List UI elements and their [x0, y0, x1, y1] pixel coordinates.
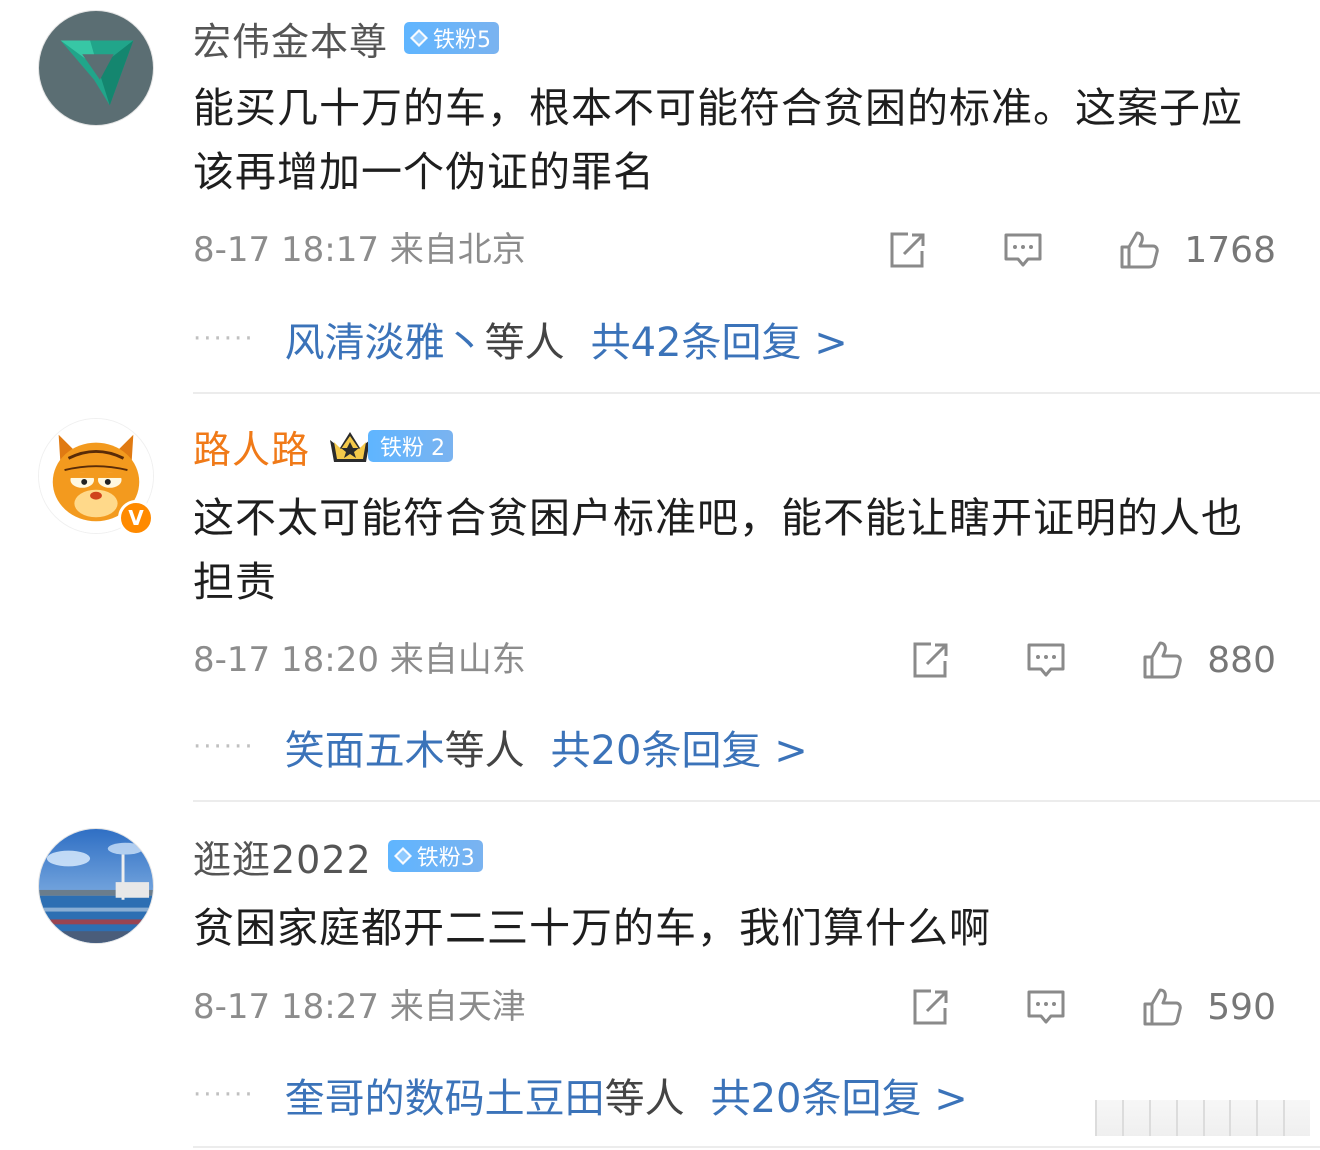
avatar-image [39, 11, 153, 125]
watermark-bar [1202, 1100, 1230, 1136]
watermark-bar [1095, 1100, 1122, 1136]
comment-actions: 880 [909, 636, 1276, 684]
reply-dots: ······ [193, 1080, 255, 1110]
reply-usernames[interactable]: 风清淡雅丶 [285, 310, 485, 368]
crown-icon [330, 432, 371, 462]
username[interactable]: 路人路 [193, 419, 310, 474]
avatar-image [39, 829, 153, 943]
name-row: 路人路 铁粉 2 [193, 418, 454, 474]
like-count: 1768 [1184, 229, 1276, 271]
comment-actions: 1768 [886, 226, 1276, 274]
watermark-bar [1283, 1100, 1310, 1136]
divider [193, 392, 1320, 394]
watermark-strip [1095, 1100, 1310, 1136]
comment-time: 8-17 18:17 [193, 230, 379, 270]
watermark-bar [1148, 1100, 1176, 1136]
fan-badge-label: 铁粉3 [416, 846, 475, 871]
comment-time: 8-17 18:20 [193, 640, 379, 680]
view-replies-link[interactable]: 共42条回复 > [591, 310, 848, 368]
like-count: 880 [1207, 639, 1276, 681]
comment-time: 8-17 18:27 [193, 987, 379, 1027]
comment-meta: 8-17 18:17 来自北京 [193, 230, 526, 270]
fan-badge[interactable]: 铁粉3 [387, 840, 483, 872]
watermark-bar [1175, 1100, 1203, 1136]
comment-text: 贫困家庭都开二三十万的车，我们算什么啊 [193, 904, 991, 952]
watermark-bar [1229, 1100, 1257, 1136]
reply-suffix: 等人 [444, 728, 525, 774]
share-icon[interactable] [886, 229, 928, 271]
name-row: 逛逛2022 铁粉3 [193, 828, 483, 884]
like-icon[interactable] [1141, 986, 1183, 1028]
reply-suffix: 等人 [484, 320, 565, 366]
verified-badge: V [118, 500, 154, 536]
comment-icon[interactable] [1002, 229, 1044, 271]
avatar[interactable] [38, 828, 154, 944]
reply-dots: ······ [193, 324, 255, 354]
comment-icon[interactable] [1025, 639, 1067, 681]
share-icon[interactable] [909, 986, 951, 1028]
comment-location: 来自北京 [389, 230, 526, 270]
comment-meta: 8-17 18:27 来自天津 [193, 987, 526, 1027]
comment-location: 来自天津 [389, 987, 526, 1027]
reply-summary[interactable]: ······ 奎哥的数码土豆田 等人 共20条回复 > [193, 1066, 968, 1124]
diamond-icon [393, 847, 412, 865]
share-icon[interactable] [909, 639, 951, 681]
reply-usernames[interactable]: 笑面五木 [285, 718, 445, 776]
reply-usernames[interactable]: 奎哥的数码土豆田 [285, 1066, 605, 1124]
fan-badge-label: 铁粉 2 [368, 430, 454, 462]
divider [193, 1146, 1320, 1148]
like-icon[interactable] [1141, 639, 1183, 681]
watermark-bar [1121, 1100, 1149, 1136]
comment-icon[interactable] [1025, 986, 1067, 1028]
username[interactable]: 宏伟金本尊 [193, 11, 388, 66]
watermark-bar [1256, 1100, 1284, 1136]
view-replies-link[interactable]: 共20条回复 > [551, 718, 808, 776]
comment-text: 这不太可能符合贫困户标准吧，能不能让瞎开证明的人也担责 [193, 494, 1243, 606]
reply-summary[interactable]: ······ 笑面五木 等人 共20条回复 > [193, 718, 808, 776]
fan-badge[interactable]: 铁粉 2 [326, 426, 454, 466]
reply-dots: ······ [193, 732, 255, 762]
view-replies-link[interactable]: 共20条回复 > [711, 1066, 968, 1124]
reply-suffix: 等人 [604, 1076, 685, 1122]
avatar[interactable] [38, 10, 154, 126]
comment-text: 能买几十万的车，根本不可能符合贫困的标准。这案子应该再增加一个伪证的罪名 [193, 84, 1243, 196]
comment-location: 来自山东 [389, 640, 526, 680]
diamond-icon [410, 29, 429, 47]
reply-summary[interactable]: ······ 风清淡雅丶 等人 共42条回复 > [193, 310, 848, 368]
like-icon[interactable] [1118, 229, 1160, 271]
comment-meta: 8-17 18:20 来自山东 [193, 640, 526, 680]
fan-badge-label: 铁粉5 [433, 28, 492, 53]
name-row: 宏伟金本尊 铁粉5 [193, 10, 500, 66]
comment-actions: 590 [909, 983, 1276, 1031]
divider [193, 800, 1320, 802]
fan-badge[interactable]: 铁粉5 [404, 22, 500, 54]
username[interactable]: 逛逛2022 [193, 829, 372, 884]
like-count: 590 [1207, 986, 1276, 1028]
